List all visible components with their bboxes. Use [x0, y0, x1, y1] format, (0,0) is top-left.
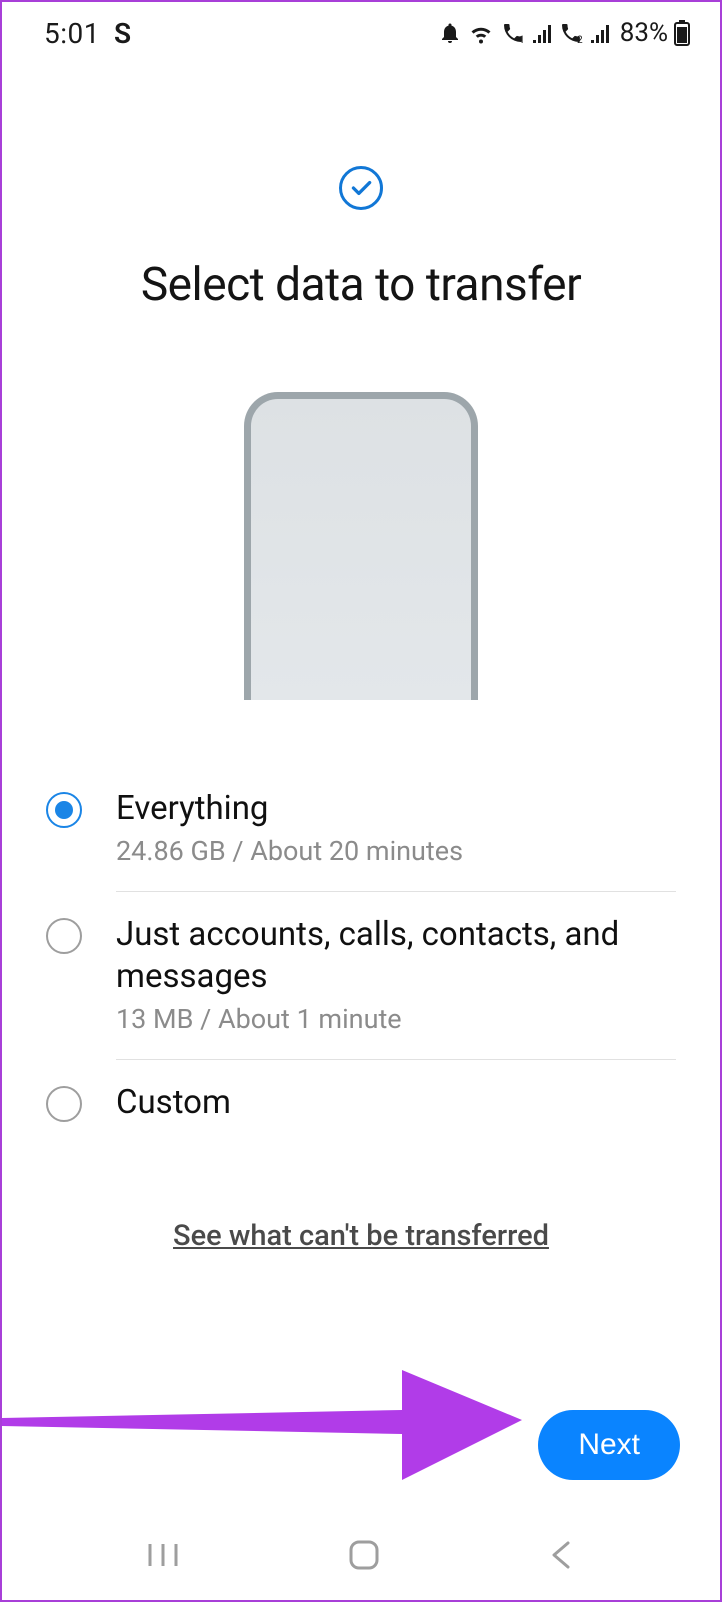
option-label: Everything	[116, 788, 676, 829]
option-custom[interactable]: Custom	[46, 1060, 676, 1147]
option-text: Custom	[116, 1082, 676, 1123]
option-everything[interactable]: Everything 24.86 GB / About 20 minutes	[46, 766, 676, 891]
options-list: Everything 24.86 GB / About 20 minutes J…	[2, 766, 720, 1147]
status-right: 1 2 83%	[438, 18, 690, 48]
option-text: Just accounts, calls, contacts, and mess…	[116, 914, 676, 1035]
radio-selected-icon[interactable]	[46, 792, 82, 828]
system-nav-bar	[2, 1520, 720, 1600]
call-sim1-icon: 1	[500, 21, 526, 45]
nav-back-icon[interactable]	[548, 1539, 576, 1571]
radio-unselected-icon[interactable]	[46, 918, 82, 954]
phone-illustration	[244, 392, 478, 700]
status-left: 5:01 S	[44, 17, 131, 50]
battery-percent: 83%	[620, 18, 668, 48]
status-time: 5:01	[44, 17, 100, 50]
wifi-icon	[468, 21, 494, 45]
check-circle-icon	[339, 166, 383, 210]
battery-icon	[674, 20, 690, 46]
call-sim2-icon: 2	[558, 21, 584, 45]
header-check	[2, 166, 720, 210]
option-sub: 24.86 GB / About 20 minutes	[116, 835, 676, 867]
annotation-arrow-icon	[2, 1340, 562, 1500]
status-bar: 5:01 S 1 2 83%	[2, 2, 720, 56]
alarm-icon	[438, 21, 462, 45]
option-text: Everything 24.86 GB / About 20 minutes	[116, 788, 676, 867]
nav-recents-icon[interactable]	[146, 1540, 180, 1570]
option-label: Just accounts, calls, contacts, and mess…	[116, 914, 676, 997]
svg-text:1: 1	[519, 35, 525, 45]
option-basics[interactable]: Just accounts, calls, contacts, and mess…	[46, 892, 676, 1059]
option-sub: 13 MB / About 1 minute	[116, 1003, 676, 1035]
signal2-icon	[590, 22, 610, 44]
page-title: Select data to transfer	[2, 258, 720, 312]
radio-unselected-icon[interactable]	[46, 1086, 82, 1122]
signal1-icon	[532, 22, 552, 44]
option-label: Custom	[116, 1082, 676, 1123]
svg-text:2: 2	[577, 35, 583, 45]
status-app-icon: S	[114, 17, 131, 50]
next-button[interactable]: Next	[538, 1410, 680, 1480]
nav-home-icon[interactable]	[347, 1538, 381, 1572]
see-what-cant-link[interactable]: See what can't be transferred	[2, 1219, 720, 1253]
